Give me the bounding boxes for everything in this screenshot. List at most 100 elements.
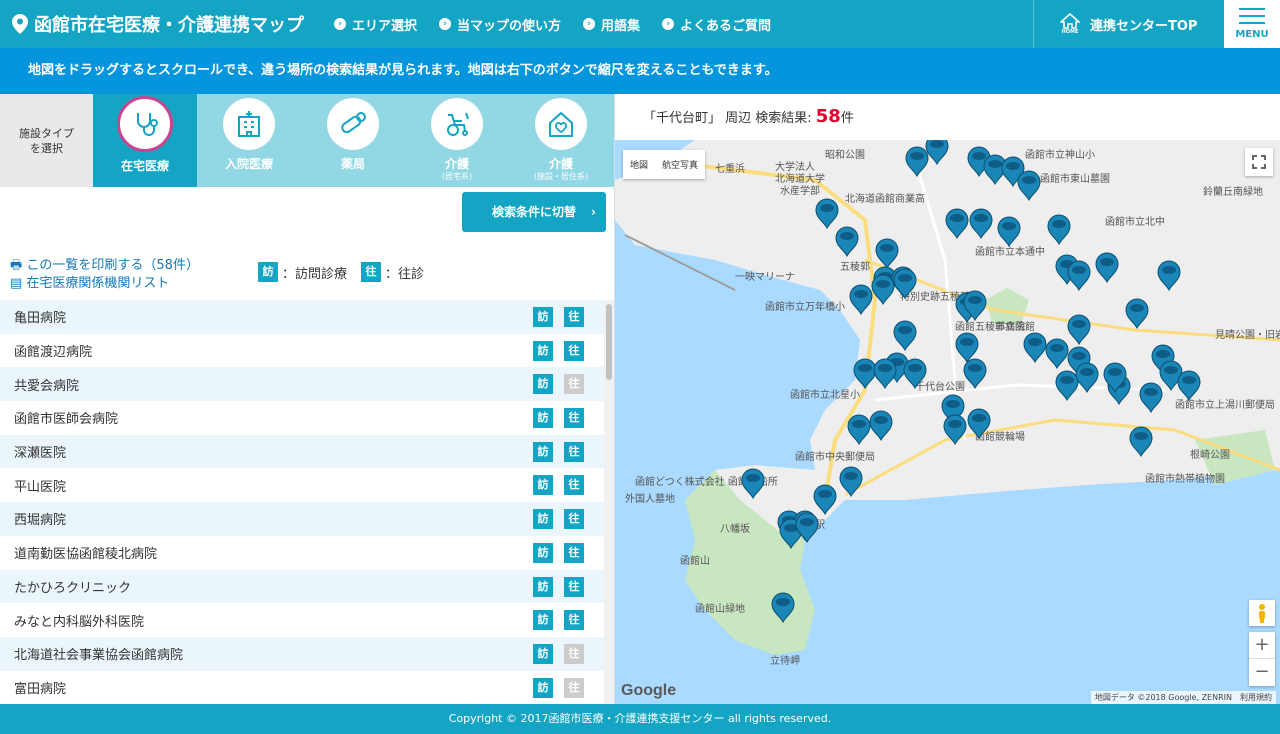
footer: Copyright © 2017函館市医療・介護連携支援センター all rig… — [0, 704, 1280, 734]
list-scrollbar[interactable] — [604, 300, 614, 704]
facility-name: 北海道社会事業協会函館病院 — [14, 648, 184, 664]
house-call-badge: 往 — [564, 677, 584, 698]
map-place-label: 八幡坂 — [720, 522, 750, 535]
menu-button[interactable]: MENU — [1224, 0, 1280, 48]
visit-badge: 訪 — [533, 408, 553, 429]
menu-label: MENU — [1235, 29, 1269, 40]
map-place-label: 一映マリーナ — [735, 271, 795, 283]
house-call-badge: 往 — [564, 610, 584, 631]
tab-home-medical[interactable]: 在宅医療 — [93, 94, 197, 187]
site-title[interactable]: 函館市在宅医療・介護連携マップ — [12, 0, 304, 48]
house-call-badge: 往 — [564, 542, 584, 563]
map-type-map[interactable]: 地図 — [623, 150, 655, 179]
facility-row[interactable]: 道南勤医協函館稜北病院 訪往 — [0, 536, 604, 570]
tab-pharmacy[interactable]: 薬局 — [301, 94, 405, 187]
facility-row[interactable]: 共愛会病院 訪往 — [0, 367, 604, 402]
facility-type-label-line2: を選択 — [30, 142, 63, 155]
facility-row[interactable]: 深瀬医院 訪往 — [0, 434, 604, 469]
street-view-pegman[interactable] — [1249, 600, 1275, 626]
map-canvas[interactable]: 昭和公園 函館市立神山小大学法人北海道大学水産学部 七重浜函館市東山墓園鈴蘭丘南緑地… — [615, 140, 1280, 704]
facility-row[interactable]: 西堀病院 訪往 — [0, 502, 604, 536]
house-call-badge: 往 — [564, 509, 584, 530]
service-badges: 訪往 — [533, 374, 595, 395]
result-suffix: 件 — [840, 111, 854, 126]
map-pin-icon — [12, 14, 28, 34]
nav-label: エリア選択 — [352, 18, 418, 34]
map-place-label: 大学法人 — [775, 160, 815, 173]
facility-name: 函館市医師会病院 — [14, 412, 119, 428]
facility-row[interactable]: 平山医院 訪往 — [0, 468, 604, 502]
visit-badge: 訪 — [533, 340, 553, 361]
facility-type-label: 施設タイプ を選択 — [0, 94, 93, 187]
house-call-badge: 往 — [564, 475, 584, 496]
map-view[interactable]: 昭和公園 函館市立神山小 大学法人 北海道大学 水産学部 七重浜 函館市東山墓園 鈴蘭丘南緑地… — [615, 140, 1280, 704]
facility-row[interactable]: 函館市医師会病院 訪往 — [0, 401, 604, 435]
switch-search-button[interactable]: 検索条件に切替 › — [462, 192, 606, 232]
facility-row[interactable]: みなと内科脳外科医院 訪往 — [0, 603, 604, 637]
house-badge-legend: 往 — [361, 262, 382, 282]
facility-name: 共愛会病院 — [14, 378, 80, 394]
facility-row[interactable]: 函館渡辺病院 訪往 — [0, 334, 604, 368]
map-place-label: 函館市立上湯川郵便局 — [1175, 398, 1275, 411]
facility-name: 平山医院 — [14, 479, 67, 495]
facility-row[interactable]: 北海道社会事業協会函館病院 訪往 — [0, 636, 604, 671]
map-place-label: 根崎公園 — [1190, 448, 1230, 461]
facility-name: 函館渡辺病院 — [14, 345, 93, 361]
map-type-satellite[interactable]: 航空写真 — [655, 150, 705, 179]
zoom-in-button[interactable]: + — [1249, 632, 1275, 659]
service-legend: 訪 ：訪問診療 往 ：往診 — [258, 262, 424, 282]
tab-sublabel: (施設・居住系) — [533, 172, 589, 181]
scrollbar-thumb[interactable] — [606, 304, 612, 380]
house-legend-text: ：往診 — [385, 266, 425, 282]
hamburger-icon — [1239, 8, 1265, 24]
nav-label: よくあるご質問 — [680, 18, 772, 34]
map-type-toggle: 地図 航空写真 — [623, 150, 706, 179]
document-icon: ▤ — [10, 276, 27, 291]
chevron-right-icon: › — [583, 18, 596, 30]
facility-type-label-line1: 施設タイプ — [19, 127, 74, 140]
house-call-badge: 往 — [564, 441, 584, 462]
site-title-text: 函館市在宅医療・介護連携マップ — [34, 15, 304, 36]
tab-label: 介護 — [548, 157, 573, 171]
service-badges: 訪往 — [533, 643, 595, 664]
house-call-badge: 往 — [564, 576, 584, 597]
chevron-right-icon: › — [662, 18, 675, 30]
facility-name: 亀田病院 — [14, 311, 67, 327]
map-place-label: 函館市立北中 — [1105, 215, 1165, 228]
map-place-label: 函館山緑地 — [695, 602, 745, 615]
service-badges: 訪往 — [533, 475, 595, 496]
pill-icon — [327, 98, 379, 150]
map-place-label: 函館市立万年橋小 — [765, 300, 845, 313]
tab-label: 薬局 — [340, 157, 365, 171]
facility-list-link[interactable]: ▤ 在宅医療関係機関リスト — [10, 272, 199, 291]
service-badges: 訪往 — [533, 340, 595, 361]
zoom-out-button[interactable]: − — [1249, 659, 1275, 686]
facility-row[interactable]: 富田病院 訪往 — [0, 671, 604, 704]
print-list-link[interactable]: 🖶 この一覧を印刷する（58件） — [10, 254, 199, 273]
wheelchair-icon — [431, 98, 483, 150]
notice-bar: 地図をドラッグするとスクロールでき、違う場所の検索結果が見られます。地図は右下の… — [0, 48, 1280, 94]
fullscreen-button[interactable] — [1245, 148, 1273, 176]
center-top-button[interactable]: HOME 連携センターTOP — [1033, 0, 1224, 48]
map-attribution[interactable]: 地図データ ©2018 Google, ZENRIN 利用規約 — [1090, 691, 1276, 704]
service-badges: 訪往 — [533, 610, 595, 631]
house-call-badge: 往 — [564, 643, 584, 664]
facility-name: 深瀬医院 — [14, 446, 67, 462]
tab-inpatient[interactable]: 入院医療 — [197, 94, 301, 187]
tab-care-home-based[interactable]: 介護 (居宅系) — [405, 94, 509, 187]
google-logo: Google — [621, 682, 677, 699]
nav-how-to-use[interactable]: › 当マップの使い方 — [439, 15, 561, 34]
facility-row[interactable]: 亀田病院 訪往 — [0, 300, 604, 334]
facility-row[interactable]: たかひろクリニック 訪往 — [0, 569, 604, 604]
nav-area-select[interactable]: › エリア選択 — [334, 15, 417, 34]
result-count: 58 — [815, 106, 841, 127]
zoom-control: + − — [1249, 632, 1275, 686]
map-place-label: 函館山 — [680, 554, 710, 567]
right-panel: 「千代台町」 周辺 検索結果: 58件 昭和公園 函館市立神山小 大学法人 北海道大学… — [615, 94, 1280, 704]
tab-care-facility[interactable]: 介護 (施設・居住系) — [509, 94, 613, 187]
printer-icon: 🖶 — [10, 258, 27, 273]
visit-badge: 訪 — [533, 374, 553, 395]
nav-faq[interactable]: › よくあるご質問 — [662, 15, 771, 34]
house-call-badge: 往 — [564, 307, 584, 327]
nav-glossary[interactable]: › 用語集 — [583, 15, 640, 34]
